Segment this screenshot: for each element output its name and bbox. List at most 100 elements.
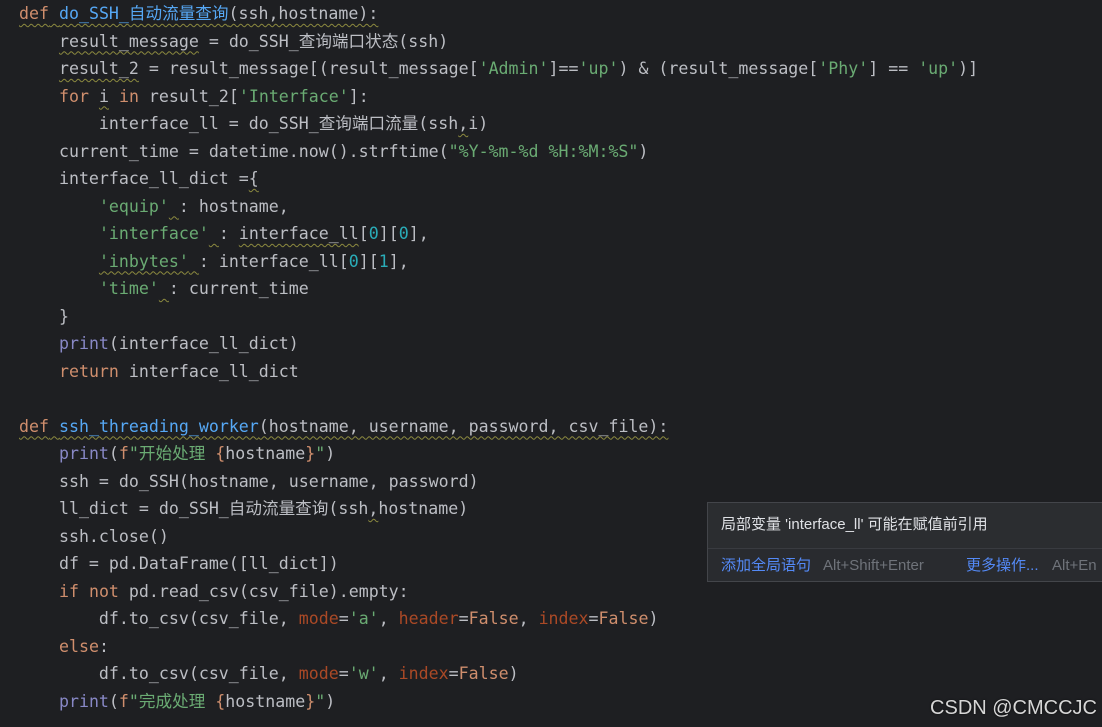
code-token: , [378, 609, 399, 628]
code-line[interactable]: else: [0, 633, 1102, 661]
code-token: ], [388, 251, 409, 271]
code-text: for i in result_2['Interface']: [19, 87, 369, 106]
code-token: hostname [225, 444, 306, 463]
code-token: i) [468, 114, 489, 133]
code-line[interactable]: current_time = datetime.now().strftime("… [0, 138, 1102, 166]
code-token: interface_ll_dict = [19, 169, 249, 188]
code-text: print(f"开始处理 {hostname}") [19, 444, 335, 463]
code-line[interactable]: for i in result_2['Interface']: [0, 83, 1102, 111]
code-token: (ssh,hostname): [228, 4, 379, 23]
code-line[interactable]: interface_ll = do_SSH_查询端口流量(ssh,i) [0, 110, 1102, 138]
code-token: ) [508, 664, 519, 683]
string-token: 'time' [98, 279, 159, 298]
code-token: df = pd.DataFrame([ll_dict]) [19, 554, 339, 573]
code-line[interactable] [0, 385, 1102, 413]
keyword-token: else [58, 636, 99, 656]
code-line[interactable]: print(f"开始处理 {hostname}") [0, 440, 1102, 468]
code-token: current_time = datetime.now().strftime( [19, 141, 449, 161]
code-line[interactable]: df.to_csv(csv_file, mode='w', index=Fals… [0, 660, 1102, 688]
string-token: 'Phy' [818, 59, 869, 78]
keyword-token: { [215, 691, 226, 711]
code-text: else: [19, 637, 109, 656]
add-global-statement-action[interactable]: 添加全局语句 [721, 557, 811, 575]
keyword-token: def [19, 416, 49, 436]
code-token: interface_ll [238, 224, 359, 243]
more-actions-link[interactable]: 更多操作... [966, 557, 1039, 575]
code-token: pd.read_csv(csv_file).empty: [118, 581, 409, 601]
code-line[interactable]: def ssh_threading_worker(hostname, usern… [0, 413, 1102, 441]
keyword-token: f [118, 444, 129, 463]
code-token: , [458, 114, 469, 133]
code-token: } [19, 306, 69, 326]
code-line[interactable]: df.to_csv(csv_file, mode='a', header=Fal… [0, 605, 1102, 633]
code-text: 'interface' : interface_ll[0][0], [19, 224, 429, 243]
code-text: if not pd.read_csv(csv_file).empty: [19, 582, 409, 601]
more-actions-shortcut: Alt+En [1052, 557, 1097, 574]
code-token: ( [108, 691, 119, 711]
code-line[interactable]: 'time' : current_time [0, 275, 1102, 303]
code-line[interactable]: ssh = do_SSH(hostname, username, passwor… [0, 468, 1102, 496]
string-token: 'up' [578, 59, 619, 78]
code-line[interactable]: 'inbytes' : interface_ll[0][1], [0, 248, 1102, 276]
code-token: hostname) [378, 499, 469, 518]
code-token: result_2 [58, 59, 139, 78]
code-line[interactable]: result_message = do_SSH_查询端口状态(ssh) [0, 28, 1102, 56]
code-token: hostname [225, 691, 306, 711]
code-text: 'equip' : hostname, [19, 197, 289, 216]
code-text: return interface_ll_dict [19, 362, 299, 381]
code-line[interactable]: 'interface' : interface_ll[0][0], [0, 220, 1102, 248]
code-token: ) [325, 691, 336, 711]
code-text: current_time = datetime.now().strftime("… [19, 142, 648, 161]
code-token: ]: [348, 86, 369, 106]
code-text: interface_ll_dict ={ [19, 169, 259, 188]
code-token: ssh = do_SSH(hostname, username, passwor… [19, 471, 479, 491]
number-token: 0 [368, 224, 379, 243]
code-token: = [588, 609, 599, 628]
watermark: CSDN @CMCCJC [930, 697, 1097, 719]
code-token: : [218, 224, 239, 243]
code-line[interactable]: } [0, 303, 1102, 331]
keyword-token: for [58, 86, 89, 106]
code-token: i [98, 86, 109, 106]
keyword-token: not [88, 581, 119, 601]
string-token: 'w' [348, 664, 379, 683]
code-token: ) [648, 609, 659, 628]
keyword-token: False [458, 664, 509, 683]
code-token: , [368, 499, 379, 518]
code-token: : interface_ll[ [198, 251, 349, 271]
code-line[interactable]: print(interface_ll_dict) [0, 330, 1102, 358]
string-token: "开始处理 [128, 444, 216, 463]
code-token: : [98, 636, 109, 656]
code-editor[interactable]: def do_SSH_自动流量查询(ssh,hostname): result_… [0, 0, 1102, 727]
string-token: "完成处理 [128, 691, 216, 711]
keyword-token: } [305, 691, 316, 711]
code-token: = [448, 664, 459, 683]
keyword-token: False [468, 609, 519, 628]
builtin-token: print [58, 444, 109, 463]
code-line[interactable]: def do_SSH_自动流量查询(ssh,hostname): [0, 0, 1102, 28]
code-text: } [19, 307, 69, 326]
code-text: df = pd.DataFrame([ll_dict]) [19, 554, 339, 573]
code-token: : hostname, [178, 196, 289, 216]
code-text: 'inbytes' : interface_ll[0][1], [19, 252, 409, 271]
code-line[interactable]: interface_ll_dict ={ [0, 165, 1102, 193]
code-line[interactable]: 'equip' : hostname, [0, 193, 1102, 221]
code-line[interactable]: result_2 = result_message[(result_messag… [0, 55, 1102, 83]
named-arg-token: mode [298, 664, 339, 683]
code-line[interactable]: return interface_ll_dict [0, 358, 1102, 386]
function-name-token: do_SSH_自动流量查询 [58, 4, 229, 23]
code-token: { [248, 169, 259, 188]
code-text: ll_dict = do_SSH_自动流量查询(ssh,hostname) [19, 499, 468, 518]
code-token: )] [958, 59, 979, 78]
